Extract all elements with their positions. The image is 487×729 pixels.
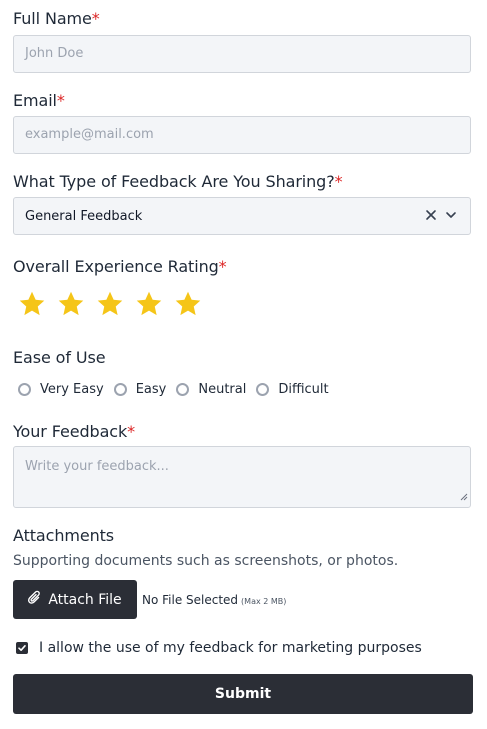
file-status: No File Selected (Max 2 MB) <box>142 593 287 607</box>
clear-icon[interactable] <box>424 207 438 226</box>
feedback-type-select[interactable]: General Feedback <box>13 197 471 235</box>
star-rating <box>17 289 203 319</box>
star-icon[interactable] <box>56 289 86 319</box>
required-mark: * <box>334 172 343 191</box>
radio-circle[interactable] <box>18 383 31 396</box>
chevron-down-icon[interactable] <box>444 207 458 226</box>
radio-circle[interactable] <box>113 383 127 396</box>
full-name-label: Full Name* <box>13 9 100 28</box>
radio-option[interactable]: Very Easy <box>18 382 104 397</box>
feedback-type-label: What Type of Feedback Are You Sharing?* <box>13 172 343 191</box>
required-mark: * <box>218 257 227 276</box>
attachments-label: Attachments <box>13 526 115 545</box>
radio-circle[interactable] <box>256 383 270 396</box>
star-icon[interactable] <box>173 289 203 319</box>
radio-option[interactable]: Easy <box>113 382 167 397</box>
full-name-placeholder: John Doe <box>25 46 84 61</box>
required-mark: * <box>56 91 65 110</box>
radio-option[interactable]: Neutral <box>176 382 246 397</box>
radio-label: Easy <box>135 382 167 397</box>
consent-label: I allow the use of my feedback for marke… <box>39 640 422 656</box>
email-placeholder: example@mail.com <box>25 127 154 142</box>
max-size-note: (Max 2 MB) <box>241 597 287 606</box>
star-icon[interactable] <box>134 289 164 319</box>
attach-file-label: Attach File <box>48 591 122 608</box>
email-label: Email* <box>13 91 65 110</box>
feedback-textarea[interactable]: Write your feedback... <box>13 446 471 508</box>
feedback-placeholder: Write your feedback... <box>25 459 169 474</box>
submit-button[interactable]: Submit <box>13 674 473 714</box>
select-icons <box>424 207 458 226</box>
ease-of-use-options: Very Easy Easy Neutral Difficult <box>18 382 339 397</box>
radio-label: Neutral <box>198 382 247 397</box>
radio-circle[interactable] <box>176 383 190 396</box>
rating-label: Overall Experience Rating* <box>13 257 227 276</box>
consent-row: I allow the use of my feedback for marke… <box>16 640 422 656</box>
required-mark: * <box>127 422 136 441</box>
check-icon <box>18 645 26 651</box>
attachments-helper: Supporting documents such as screenshots… <box>13 553 399 569</box>
ease-of-use-label: Ease of Use <box>13 348 106 367</box>
required-mark: * <box>91 9 100 28</box>
radio-label: Difficult <box>278 382 329 397</box>
star-icon[interactable] <box>95 289 125 319</box>
attach-file-button[interactable]: Attach File <box>13 580 137 619</box>
feedback-label: Your Feedback* <box>13 422 136 441</box>
full-name-input[interactable]: John Doe <box>13 35 471 73</box>
star-icon[interactable] <box>17 289 47 319</box>
consent-checkbox[interactable] <box>16 642 28 654</box>
email-input[interactable]: example@mail.com <box>13 116 471 154</box>
radio-option[interactable]: Difficult <box>256 382 329 397</box>
resize-handle-icon[interactable] <box>460 486 468 505</box>
radio-label: Very Easy <box>40 382 104 397</box>
paperclip-icon <box>28 590 42 610</box>
feedback-type-value: General Feedback <box>25 209 143 224</box>
